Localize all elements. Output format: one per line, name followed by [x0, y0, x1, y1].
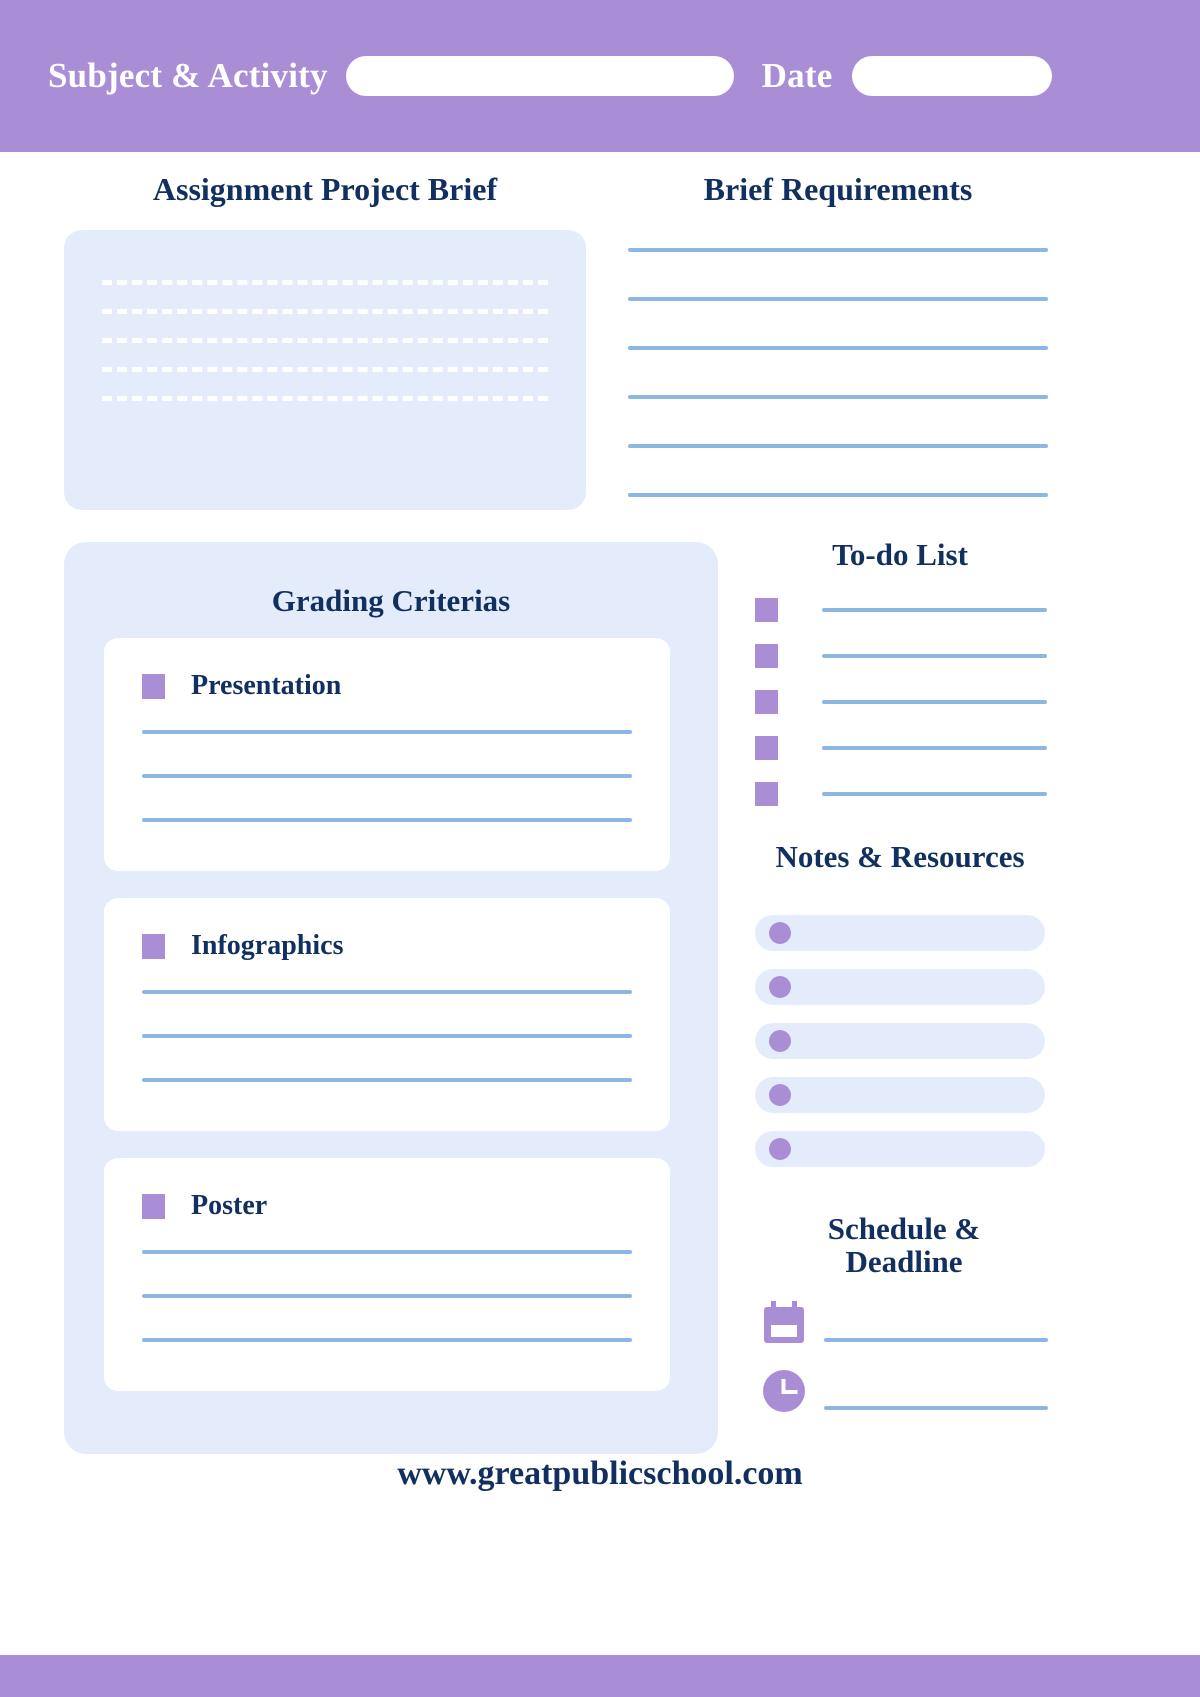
assignment-brief-box[interactable] — [64, 230, 586, 510]
brief-dashed-line[interactable] — [102, 367, 548, 372]
note-item[interactable] — [755, 1131, 1045, 1167]
subject-activity-label: Subject & Activity — [48, 56, 328, 95]
todo-item[interactable] — [755, 690, 1047, 714]
schedule-date-line[interactable] — [824, 1338, 1048, 1342]
schedule-deadline-rows — [762, 1296, 1048, 1418]
square-bullet-icon — [142, 673, 165, 699]
schedule-deadline-title: Schedule & Deadline — [790, 1212, 1018, 1279]
todo-list-title: To-do List — [832, 537, 968, 572]
criteria-header: Infographics — [142, 930, 632, 962]
criteria-line[interactable] — [142, 818, 632, 822]
criteria-line[interactable] — [142, 1250, 632, 1254]
subject-activity-input[interactable] — [345, 56, 734, 96]
grading-criterias-panel: Grading Criterias Presentation Infograph… — [64, 542, 718, 1454]
requirement-line[interactable] — [628, 297, 1048, 301]
note-item[interactable] — [755, 1023, 1045, 1059]
todo-line[interactable] — [822, 700, 1047, 704]
criteria-label-presentation: Presentation — [191, 670, 342, 701]
todo-line[interactable] — [822, 654, 1047, 658]
brief-dashed-line[interactable] — [102, 338, 548, 343]
website-url[interactable]: www.greatpublicschool.com — [0, 1455, 1200, 1493]
circle-bullet-icon — [769, 1030, 791, 1052]
schedule-title-line-2: Deadline — [845, 1244, 963, 1280]
square-bullet-icon — [142, 933, 165, 959]
criteria-line[interactable] — [142, 1078, 632, 1082]
brief-requirements-title: Brief Requirements — [703, 171, 973, 207]
todo-line[interactable] — [822, 792, 1047, 796]
notes-resources-list — [755, 915, 1045, 1167]
schedule-title-line-1: Schedule & — [827, 1211, 981, 1246]
criteria-header: Presentation — [142, 670, 632, 702]
criteria-line[interactable] — [142, 730, 632, 734]
checkbox-icon[interactable] — [755, 644, 778, 668]
schedule-time-row[interactable] — [762, 1364, 1048, 1418]
criteria-line[interactable] — [142, 1034, 632, 1038]
date-label: Date — [761, 56, 833, 95]
circle-bullet-icon — [769, 1138, 791, 1160]
criteria-line[interactable] — [142, 990, 632, 994]
requirement-line[interactable] — [628, 395, 1048, 399]
calendar-icon — [762, 1301, 806, 1345]
criteria-line[interactable] — [142, 1294, 632, 1298]
schedule-date-row[interactable] — [762, 1296, 1048, 1350]
grading-criterias-title: Grading Criterias — [271, 583, 511, 618]
criteria-line[interactable] — [142, 774, 632, 778]
requirement-line[interactable] — [628, 248, 1048, 252]
note-item[interactable] — [755, 1077, 1045, 1113]
circle-bullet-icon — [769, 922, 791, 944]
todo-item[interactable] — [755, 782, 1047, 806]
criteria-card-presentation[interactable]: Presentation — [104, 638, 670, 871]
header-band: Subject & Activity Date — [0, 0, 1200, 152]
checkbox-icon[interactable] — [755, 782, 778, 806]
todo-line[interactable] — [822, 746, 1047, 750]
todo-item[interactable] — [755, 736, 1047, 760]
requirement-line[interactable] — [628, 493, 1048, 497]
checkbox-icon[interactable] — [755, 598, 778, 622]
criteria-label-poster: Poster — [191, 1190, 268, 1221]
todo-item[interactable] — [755, 644, 1047, 668]
brief-requirements-lines — [628, 248, 1048, 497]
clock-icon — [762, 1369, 806, 1413]
todo-item[interactable] — [755, 598, 1047, 622]
assignment-project-brief-title: Assignment Project Brief — [152, 171, 498, 207]
checkbox-icon[interactable] — [755, 736, 778, 760]
brief-dashed-line[interactable] — [102, 396, 548, 401]
circle-bullet-icon — [769, 976, 791, 998]
worksheet-page: Subject & Activity Date Assignment Proje… — [0, 0, 1200, 1697]
note-item[interactable] — [755, 969, 1045, 1005]
requirement-line[interactable] — [628, 444, 1048, 448]
notes-resources-title: Notes & Resources — [775, 839, 1025, 874]
criteria-card-infographics[interactable]: Infographics — [104, 898, 670, 1131]
brief-dashed-line[interactable] — [102, 309, 548, 314]
footer-band — [0, 1655, 1200, 1697]
checkbox-icon[interactable] — [755, 690, 778, 714]
requirement-line[interactable] — [628, 346, 1048, 350]
schedule-time-line[interactable] — [824, 1406, 1048, 1410]
criteria-card-poster[interactable]: Poster — [104, 1158, 670, 1391]
brief-dashed-line[interactable] — [102, 280, 548, 285]
criteria-header: Poster — [142, 1190, 632, 1222]
square-bullet-icon — [142, 1193, 165, 1219]
circle-bullet-icon — [769, 1084, 791, 1106]
date-input[interactable] — [852, 56, 1053, 96]
criteria-label-infographics: Infographics — [191, 930, 344, 961]
todo-list — [755, 598, 1047, 806]
note-item[interactable] — [755, 915, 1045, 951]
criteria-line[interactable] — [142, 1338, 632, 1342]
todo-line[interactable] — [822, 608, 1047, 612]
